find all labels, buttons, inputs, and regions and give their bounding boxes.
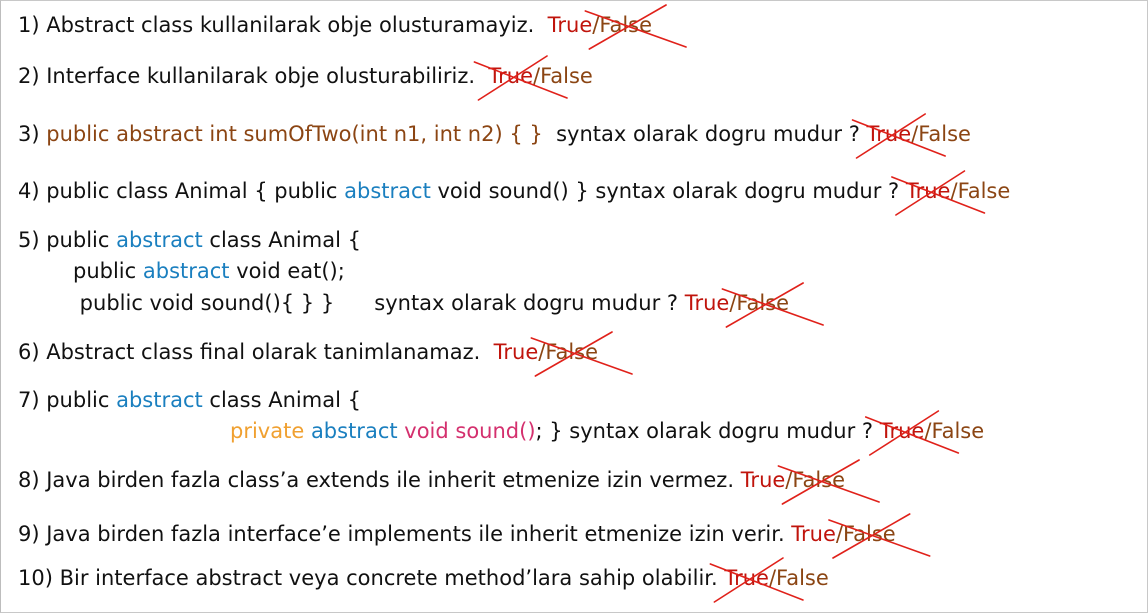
answer-separator: / [835,522,843,546]
answer-true: True [684,291,730,315]
question-text: 5) public [18,228,117,252]
answer-false: False [599,13,653,37]
question-text: class Animal { [202,228,361,252]
question-text: syntax olarak dogru mudur ? [542,122,867,146]
answer-false: False [540,64,593,88]
question-text: 4) public class Animal { public [18,179,345,203]
answer-false: False [776,566,829,590]
question-5-line-3: public void sound(){ } } syntax olarak d… [73,289,789,317]
question-text: public [73,259,143,283]
answer-true: True [740,468,786,492]
answer-true: True [866,122,912,146]
answer-false: False [957,179,1011,203]
question-text: 9) Java birden fazla interface’e impleme… [18,522,792,546]
question-text: 10) Bir interface abstract veya concrete… [18,566,725,590]
answer-false: False [736,291,790,315]
question-5-line-1: 5) public abstract class Animal { [18,226,361,254]
question-text: abstract [310,419,398,443]
answer-true: True [791,522,836,546]
question-text: 2) Interface kullanilarak obje olusturab… [18,64,489,88]
question-2-line-1: 2) Interface kullanilarak obje olusturab… [18,62,593,90]
question-text: abstract [344,179,431,203]
question-text: void eat(); [229,259,345,283]
question-6-line-1: 6) Abstract class final olarak tanimlana… [18,338,598,366]
question-8-line-1: 8) Java birden fazla class’a extends ile… [18,466,845,494]
question-text: public void sound(){ } } syntax olarak d… [73,291,685,315]
question-text: abstract [116,388,203,412]
question-text: ; } syntax olarak dogru mudur ? [535,419,880,443]
question-text: abstract [142,259,230,283]
question-text: void sound() [397,419,536,443]
answer-false: False [545,340,599,364]
question-text: abstract [116,228,203,252]
question-text: class Animal { [202,388,361,412]
answer-true: True [488,64,534,88]
question-3-line-1: 3) public abstract int sumOfTwo(int n1, … [18,120,971,148]
answer-true: True [879,419,925,443]
question-7-line-2: private abstract void sound(); } syntax … [230,417,984,445]
question-text: public abstract int sumOfTwo(int n1, int… [46,122,543,146]
answer-false: False [918,122,971,146]
question-5-line-2: public abstract void eat(); [73,257,345,285]
question-text: 7) public [18,388,117,412]
quiz-sheet: 1) Abstract class kullanilarak obje olus… [0,0,1148,613]
answer-true: True [905,179,951,203]
question-4-line-1: 4) public class Animal { public abstract… [18,177,1010,205]
question-text: 3) [18,122,47,146]
question-text: 6) Abstract class final olarak tanimlana… [18,340,494,364]
answer-true: True [493,340,539,364]
answer-separator: / [768,566,777,590]
question-7-line-1: 7) public abstract class Animal { [18,386,361,414]
question-text: 8) Java birden fazla class’a extends ile… [18,468,741,492]
question-text: void sound() } syntax olarak dogru mudur… [430,179,906,203]
answer-true: True [724,566,769,590]
answer-separator: / [950,179,958,203]
question-text [304,419,311,443]
answer-false: False [792,468,846,492]
question-text: 1) Abstract class kullanilarak obje olus… [18,13,548,37]
question-10-line-1: 10) Bir interface abstract veya concrete… [18,564,829,592]
question-9-line-1: 9) Java birden fazla interface’e impleme… [18,520,896,548]
question-1-line-1: 1) Abstract class kullanilarak obje olus… [18,11,652,39]
answer-false: False [842,522,896,546]
answer-true: True [547,13,593,37]
answer-false: False [931,419,985,443]
question-text: private [230,419,305,443]
